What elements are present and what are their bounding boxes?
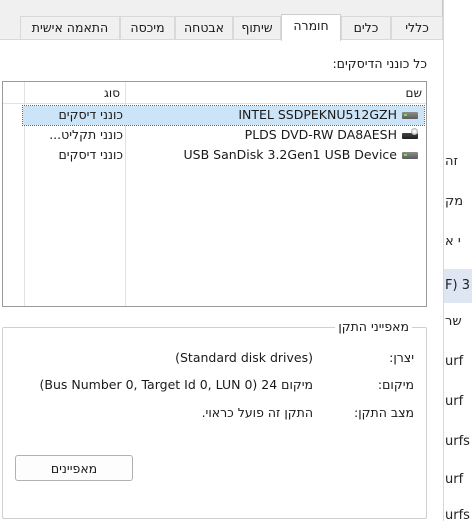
manufacturer-label: יצרן: xyxy=(389,350,414,365)
list-item[interactable]: PLDS DVD-RW DA8AESH כונני תקליט... xyxy=(23,126,424,145)
manufacturer-row: יצרן: (Standard disk drives) xyxy=(3,350,426,368)
background-item[interactable]: urf xyxy=(444,349,472,375)
hard-drive-icon xyxy=(400,148,420,162)
column-header-name[interactable]: שם xyxy=(406,82,422,104)
tab-sharing[interactable]: שיתוף xyxy=(233,16,281,40)
drive-properties-dialog: כללי כלים חומרה שיתוף אבטחה מיכסה התאמה … xyxy=(0,0,443,521)
tab-security[interactable]: אבטחה xyxy=(175,16,233,40)
drive-name: INTEL SSDPEKNU512GZH xyxy=(238,107,397,122)
drive-name: USB SanDisk 3.2Gen1 USB Device xyxy=(183,147,397,162)
list-item[interactable]: INTEL SSDPEKNU512GZH כונני דיסקים xyxy=(22,105,425,126)
dvd-drive-icon xyxy=(400,128,420,142)
drive-type: כונני דיסקים xyxy=(58,147,123,162)
tab-tools[interactable]: כלים xyxy=(341,16,391,40)
properties-button[interactable]: מאפיינים xyxy=(15,455,133,481)
background-item[interactable]: י א xyxy=(444,229,472,255)
drive-name-cell: USB SanDisk 3.2Gen1 USB Device xyxy=(184,146,420,164)
background-item[interactable]: מק xyxy=(444,189,472,215)
tab-quota[interactable]: מיכסה xyxy=(120,16,175,40)
hard-drive-icon xyxy=(400,108,420,122)
status-row: מצב התקן: התקן זה פועל כראוי. xyxy=(3,405,426,423)
drive-name: PLDS DVD-RW DA8AESH xyxy=(244,127,397,142)
device-properties-group: מאפייני התקן יצרן: (Standard disk drives… xyxy=(2,319,427,519)
column-header-type[interactable]: סוג xyxy=(104,82,120,104)
location-label: מיקום: xyxy=(377,377,414,392)
background-item[interactable]: urfs xyxy=(444,429,472,455)
tab-customize[interactable]: התאמה אישית xyxy=(20,16,120,40)
manufacturer-value: (Standard disk drives) xyxy=(175,350,313,365)
hardware-tab-page: כל כונני הדיסקים: שם סוג INTEL SSDPEKNU5… xyxy=(0,39,443,521)
tab-strip: כללי כלים חומרה שיתוף אבטחה מיכסה התאמה … xyxy=(0,14,443,41)
device-status-value: התקן זה פועל כראוי. xyxy=(201,405,313,420)
drive-name-cell: INTEL SSDPEKNU512GZH xyxy=(238,106,420,124)
tab-general[interactable]: כללי xyxy=(391,16,443,40)
background-item[interactable]: urf xyxy=(444,389,472,415)
all-disk-drives-label: כל כונני הדיסקים: xyxy=(332,56,427,71)
background-item[interactable]: זה xyxy=(444,149,472,175)
disk-drives-list[interactable]: שם סוג INTEL SSDPEKNU512GZH כונני דיסקים… xyxy=(2,81,427,307)
device-status-label: מצב התקן: xyxy=(354,405,414,420)
background-item[interactable]: urfs xyxy=(444,503,472,521)
location-value: מיקום 24 (Bus Number 0, Target Id 0, LUN… xyxy=(39,377,313,392)
drive-type: כונני תקליט... xyxy=(49,127,123,142)
background-item[interactable]: urf xyxy=(444,467,472,493)
background-item[interactable]: שר xyxy=(444,309,472,335)
list-item[interactable]: USB SanDisk 3.2Gen1 USB Device כונני דיס… xyxy=(23,146,424,165)
tab-hardware[interactable]: חומרה xyxy=(281,14,341,41)
drive-type: כונני דיסקים xyxy=(58,107,123,122)
list-header: שם סוג xyxy=(3,82,426,104)
location-row: מיקום: מיקום 24 (Bus Number 0, Target Id… xyxy=(3,377,426,395)
background-item-selected[interactable]: 3 (F xyxy=(444,269,472,303)
device-properties-title: מאפייני התקן xyxy=(335,319,412,334)
background-explorer-window: זה מק י א 3 (F שר urf urf urfs urf urfs xyxy=(443,0,472,521)
drive-name-cell: PLDS DVD-RW DA8AESH xyxy=(245,126,420,144)
